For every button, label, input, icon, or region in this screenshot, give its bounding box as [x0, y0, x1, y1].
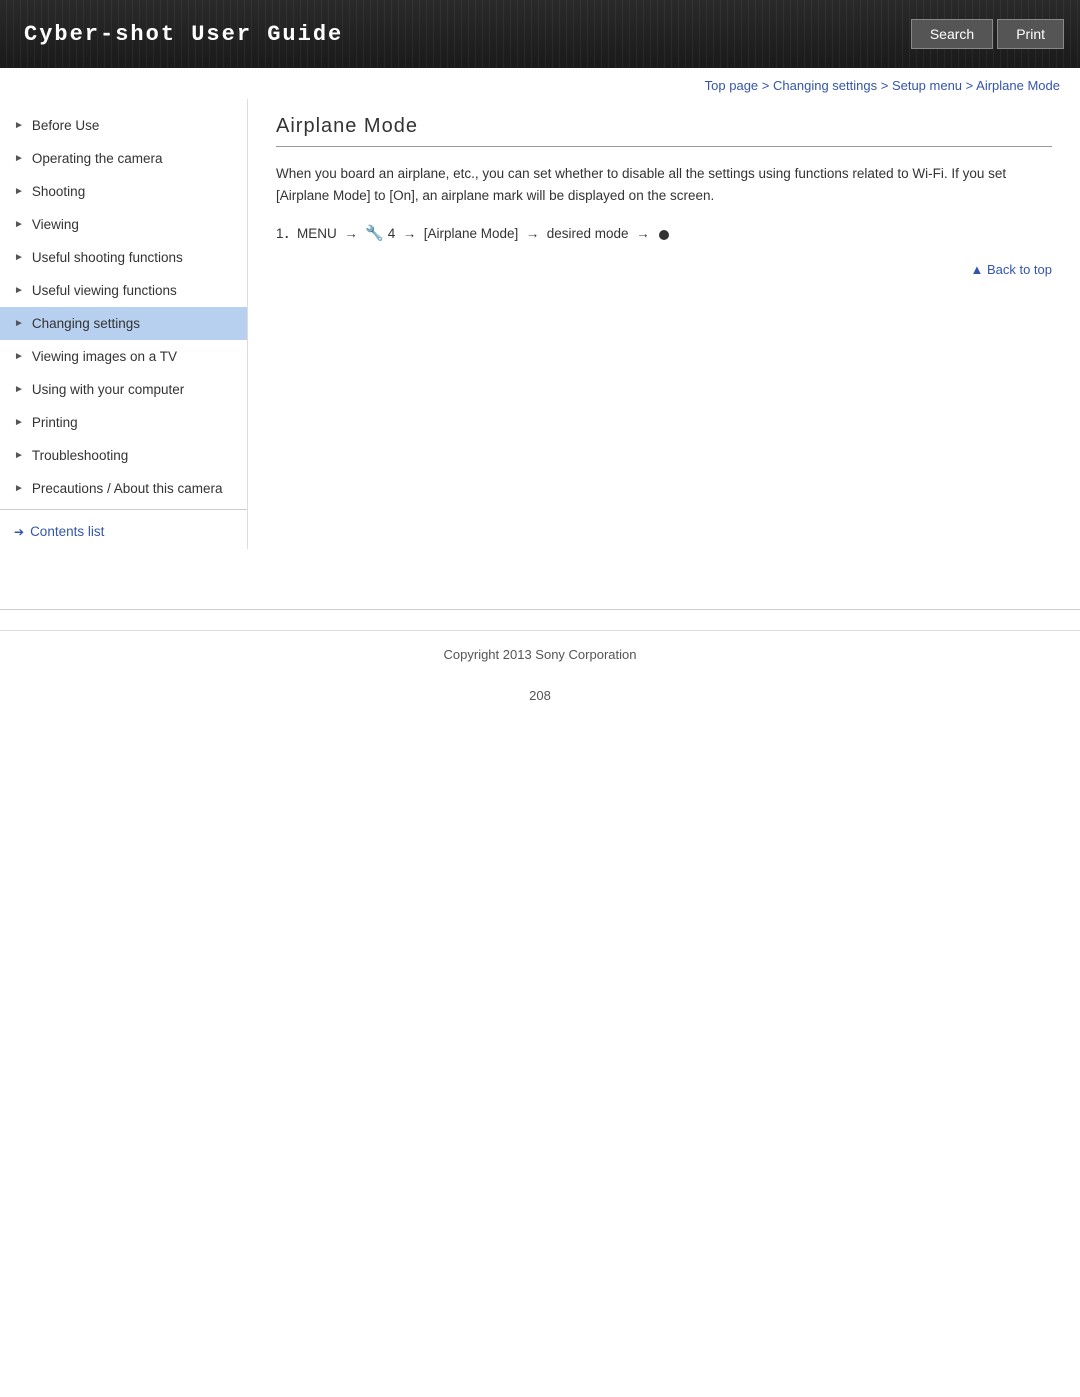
- sidebar: ► Before Use ► Operating the camera ► Sh…: [0, 99, 248, 549]
- arrow-icon: ►: [14, 417, 24, 428]
- sidebar-item-operating[interactable]: ► Operating the camera: [0, 142, 247, 175]
- sidebar-label-before-use: Before Use: [32, 118, 100, 133]
- sidebar-divider: [0, 509, 247, 510]
- breadcrumb: Top page > Changing settings > Setup men…: [0, 68, 1080, 99]
- contents-list-link[interactable]: ➔ Contents list: [0, 514, 247, 549]
- arrow-icon: ►: [14, 120, 24, 131]
- sidebar-item-before-use[interactable]: ► Before Use: [0, 109, 247, 142]
- bullet-icon: [659, 230, 669, 240]
- sidebar-item-viewing-tv[interactable]: ► Viewing images on a TV: [0, 340, 247, 373]
- arrow-icon: ►: [14, 351, 24, 362]
- sidebar-item-useful-viewing[interactable]: ► Useful viewing functions: [0, 274, 247, 307]
- content-description: When you board an airplane, etc., you ca…: [276, 163, 1052, 206]
- app-title: Cyber-shot User Guide: [0, 22, 343, 47]
- instruction-text: 1．MENU → 🔧 4 → [Airplane Mode] → desired…: [276, 222, 1052, 242]
- page-title: Airplane Mode: [276, 115, 1052, 147]
- sidebar-item-using-computer[interactable]: ► Using with your computer: [0, 373, 247, 406]
- print-button[interactable]: Print: [997, 19, 1064, 49]
- page-number: 208: [0, 678, 1080, 713]
- sidebar-label-using-computer: Using with your computer: [32, 382, 184, 397]
- header: Cyber-shot User Guide Search Print: [0, 0, 1080, 68]
- sidebar-label-precautions: Precautions / About this camera: [32, 481, 223, 496]
- sidebar-label-useful-shooting: Useful shooting functions: [32, 250, 183, 265]
- footer: Copyright 2013 Sony Corporation: [0, 630, 1080, 678]
- arrow-icon: ►: [14, 186, 24, 197]
- footer-divider: [0, 609, 1080, 610]
- sidebar-label-useful-viewing: Useful viewing functions: [32, 283, 177, 298]
- main-layout: ► Before Use ► Operating the camera ► Sh…: [0, 99, 1080, 549]
- sidebar-item-troubleshooting[interactable]: ► Troubleshooting: [0, 439, 247, 472]
- arrow-icon: ►: [14, 285, 24, 296]
- header-buttons: Search Print: [911, 19, 1080, 49]
- sidebar-item-useful-shooting[interactable]: ► Useful shooting functions: [0, 241, 247, 274]
- arrow-icon: ►: [14, 219, 24, 230]
- arrow-icon: ►: [14, 318, 24, 329]
- copyright-text: Copyright 2013 Sony Corporation: [444, 647, 637, 662]
- breadcrumb-changing-settings[interactable]: Changing settings: [773, 78, 877, 93]
- sidebar-item-precautions[interactable]: ► Precautions / About this camera: [0, 472, 247, 505]
- sidebar-item-shooting[interactable]: ► Shooting: [0, 175, 247, 208]
- arrow-icon: ►: [14, 483, 24, 494]
- sidebar-label-viewing-tv: Viewing images on a TV: [32, 349, 177, 364]
- sidebar-label-viewing: Viewing: [32, 217, 79, 232]
- sidebar-item-changing-settings[interactable]: ► Changing settings: [0, 307, 247, 340]
- breadcrumb-airplane-mode[interactable]: Airplane Mode: [976, 78, 1060, 93]
- arrow-right-icon: ➔: [14, 525, 24, 539]
- content-area: Airplane Mode When you board an airplane…: [248, 99, 1080, 549]
- sidebar-item-printing[interactable]: ► Printing: [0, 406, 247, 439]
- back-to-top-link[interactable]: ▲ Back to top: [970, 262, 1052, 277]
- arrow-icon: ►: [14, 252, 24, 263]
- sidebar-item-viewing[interactable]: ► Viewing: [0, 208, 247, 241]
- wrench-icon: 🔧: [365, 225, 384, 242]
- arrow-icon: ►: [14, 450, 24, 461]
- arrow-icon: ►: [14, 384, 24, 395]
- arrow-icon: ►: [14, 153, 24, 164]
- sidebar-label-operating: Operating the camera: [32, 151, 163, 166]
- sidebar-label-troubleshooting: Troubleshooting: [32, 448, 128, 463]
- breadcrumb-top[interactable]: Top page: [705, 78, 759, 93]
- search-button[interactable]: Search: [911, 19, 993, 49]
- sidebar-label-changing-settings: Changing settings: [32, 316, 140, 331]
- contents-list-label: Contents list: [30, 524, 104, 539]
- breadcrumb-setup-menu[interactable]: Setup menu: [892, 78, 962, 93]
- sidebar-label-shooting: Shooting: [32, 184, 85, 199]
- sidebar-label-printing: Printing: [32, 415, 78, 430]
- back-to-top[interactable]: ▲ Back to top: [276, 262, 1052, 277]
